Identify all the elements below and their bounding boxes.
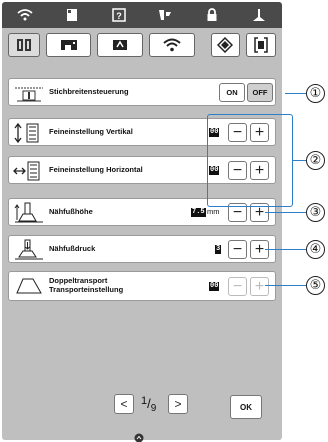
callout-2: ② [306,151,325,170]
settings-tabs [8,32,276,58]
sewing-machine-icon [59,38,79,52]
lock-icon[interactable] [200,5,224,25]
ok-button[interactable]: OK [230,395,262,419]
page-indicator: 1/9 [141,395,157,414]
stitch-width-icon [13,82,45,104]
off-button[interactable]: OFF [247,83,273,102]
callout-3: ③ [306,203,325,222]
diamond-settings-icon [217,37,234,53]
callout-line-1 [285,93,307,94]
next-page-button[interactable]: > [168,394,188,414]
plus-button[interactable]: + [250,277,269,296]
page-icon[interactable] [60,5,84,25]
setting-label: Nähfußdruck [49,244,96,253]
wifi-icon [163,38,181,52]
minus-button[interactable]: − [228,277,247,296]
setting-label: Doppeltransport Transporteinstellung [49,276,123,294]
callout-line-5 [265,285,307,286]
value-display: 7.5 [191,208,206,217]
setting-label: Nähfußhöhe [49,207,93,216]
callout-1: ① [306,84,325,103]
total-pages: 9 [150,403,157,414]
callout-line-2 [293,160,307,161]
help-icon[interactable]: ? [107,5,131,25]
setting-row-presser-pressure: Nähfußdruck 3 − + [8,235,276,263]
tab-wlan-settings[interactable] [148,33,195,57]
value-display: 00 [209,282,220,291]
book-icon [16,38,32,52]
tab-screen-settings[interactable] [246,33,276,57]
vertical-adjust-icon [13,122,45,144]
setting-label: Feineinstellung Horizontal [49,165,143,174]
svg-text:?: ? [116,11,122,21]
home-icon[interactable] [134,430,144,442]
value-display: 3 [215,245,222,254]
tab-general-settings[interactable] [210,33,241,57]
label-line-2: Transporteinstellung [49,285,124,294]
dual-feed-icon [13,275,45,297]
presser-foot-icon[interactable] [247,5,271,25]
tab-embroidery-settings[interactable] [97,33,143,57]
screen-bracket-icon [254,37,268,53]
presser-foot-pressure-icon [13,239,45,261]
label-line-1: Doppeltransport [49,276,108,285]
setting-label: Stichbreitensteuerung [49,87,129,96]
callout-line-4 [265,249,307,250]
callout-4: ④ [306,240,325,259]
setting-row-dual-feed: Doppeltransport Transporteinstellung 00 … [8,271,276,301]
callout-line-3 [265,212,307,213]
setting-row-stitch-width: Stichbreitensteuerung ON OFF [8,78,276,106]
presser-foot-height-icon [13,202,45,224]
wifi-icon[interactable] [13,5,37,25]
on-button[interactable]: ON [219,83,245,102]
tab-sewing-settings[interactable] [8,33,40,57]
embroidery-frame-icon [111,38,129,52]
machine-screen: ? Stichbreitensteuerung ON OFF Feineinst… [2,2,282,442]
callout-bracket-2 [207,114,293,207]
needle-threading-icon[interactable] [153,5,177,25]
unit-label: mm [207,207,220,216]
prev-page-button[interactable]: < [114,394,134,414]
horizontal-adjust-icon [13,160,45,182]
top-nav-bar: ? [2,2,282,28]
callout-5: ⑤ [306,276,325,295]
minus-button[interactable]: − [228,240,247,259]
tab-machine-settings[interactable] [45,33,92,57]
setting-label: Feineinstellung Vertikal [49,127,133,136]
